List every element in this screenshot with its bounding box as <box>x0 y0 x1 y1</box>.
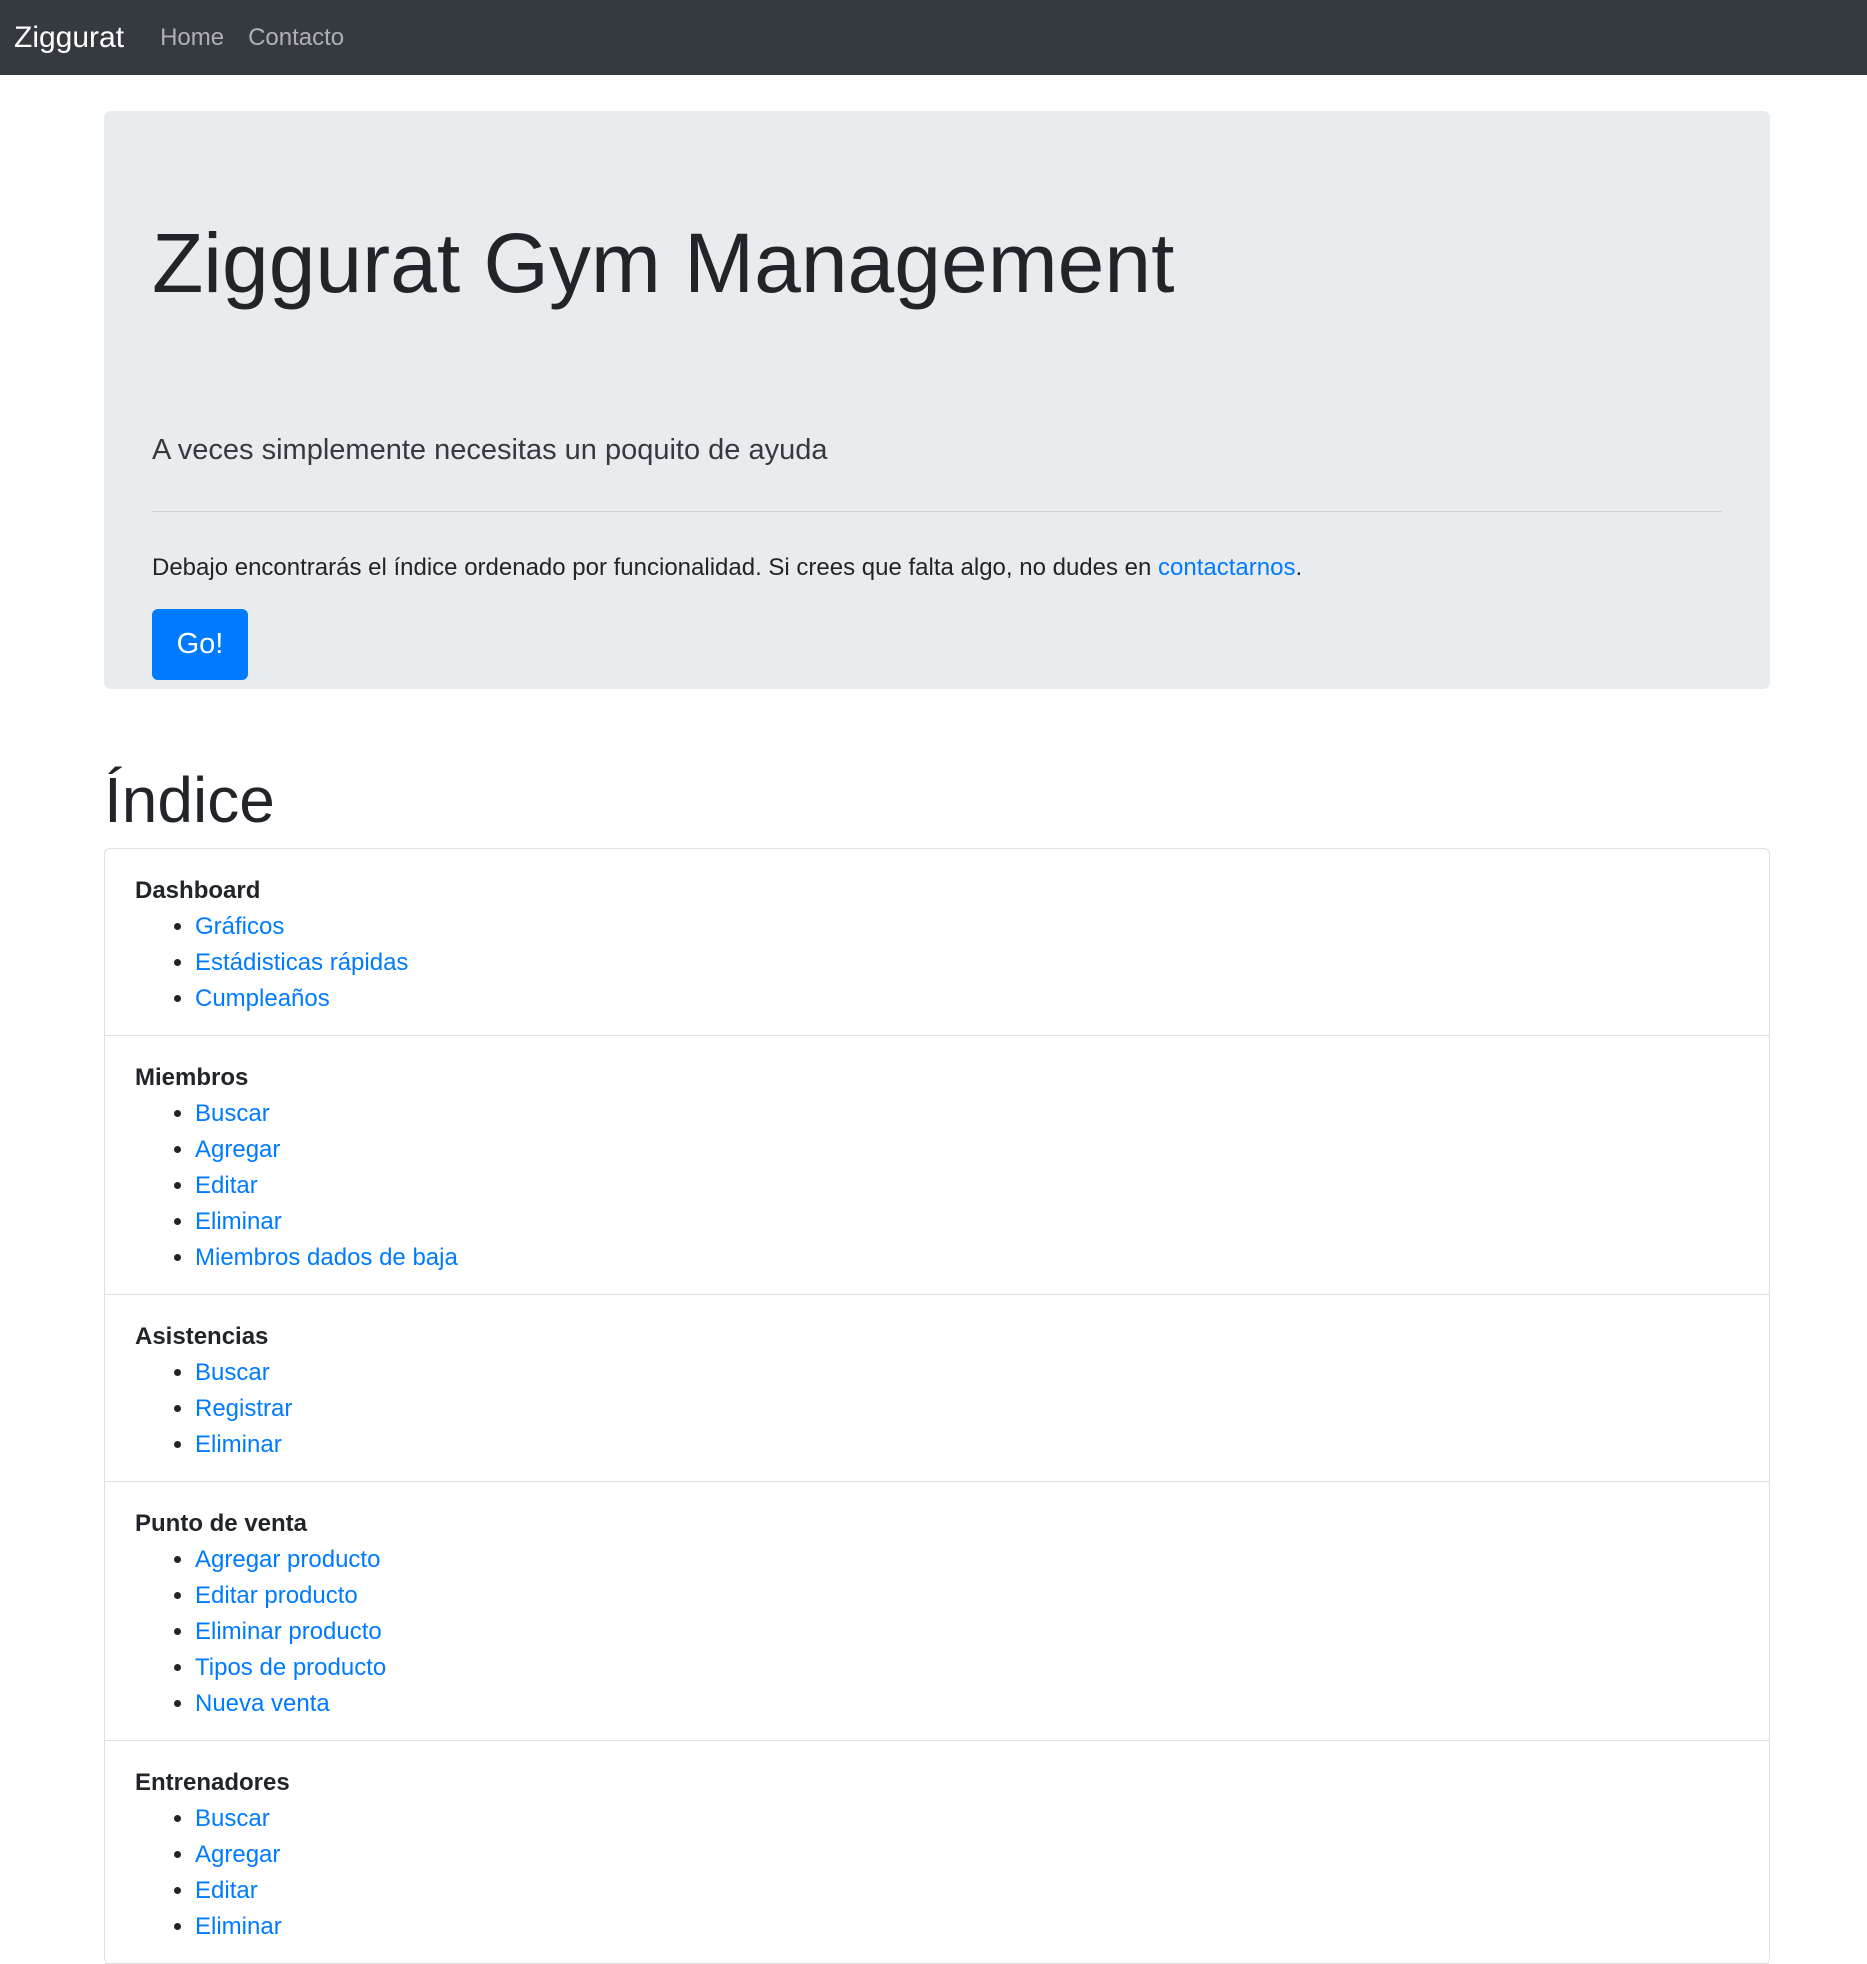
section-title: Miembros <box>135 1064 249 1091</box>
list-item: Agregar producto <box>195 1542 1739 1578</box>
list-item: Agregar <box>195 1837 1739 1873</box>
section-link-list: Buscar Agregar Editar Eliminar <box>135 1801 1739 1945</box>
section-link[interactable]: Nueva venta <box>195 1690 330 1717</box>
list-item: Miembros dados de baja <box>195 1240 1739 1276</box>
index-list: Dashboard Gráficos Estádisticas rápidas Cum… <box>104 848 1770 1964</box>
list-item: Cumpleaños <box>195 981 1739 1017</box>
page-title: Ziggurat Gym Management <box>152 216 1175 310</box>
section-link[interactable]: Editar producto <box>195 1582 358 1609</box>
section-link[interactable]: Agregar <box>195 1841 280 1868</box>
contact-link[interactable]: contactarnos <box>1158 554 1295 581</box>
section-link[interactable]: Agregar producto <box>195 1546 380 1573</box>
top-navbar: Ziggurat Home Contacto <box>0 0 1867 75</box>
section-link[interactable]: Miembros dados de baja <box>195 1244 458 1271</box>
section-link-list: Buscar Registrar Eliminar <box>135 1355 1739 1463</box>
list-item: Eliminar <box>195 1909 1739 1945</box>
section-link[interactable]: Editar <box>195 1172 258 1199</box>
section-title: Dashboard <box>135 877 261 904</box>
list-item: Registrar <box>195 1391 1739 1427</box>
go-button[interactable]: Go! <box>152 609 248 680</box>
section-link[interactable]: Eliminar producto <box>195 1618 382 1645</box>
section-link[interactable]: Eliminar <box>195 1208 282 1235</box>
section-link[interactable]: Cumpleaños <box>195 985 330 1012</box>
section-link-list: Agregar producto Editar producto Eliminar … <box>135 1542 1739 1722</box>
nav-link-contacto[interactable]: Contacto <box>248 24 344 52</box>
lead-text: A veces simplemente necesitas un poquito… <box>152 434 828 466</box>
section-title: Entrenadores <box>135 1769 290 1796</box>
index-section: Asistencias Buscar Registrar Eliminar <box>105 1295 1769 1482</box>
list-item: Eliminar <box>195 1427 1739 1463</box>
list-item: Tipos de producto <box>195 1650 1739 1686</box>
index-section: Miembros Buscar Agregar Editar Eliminar Miemb… <box>105 1036 1769 1295</box>
section-link[interactable]: Registrar <box>195 1395 292 1422</box>
list-item: Editar producto <box>195 1578 1739 1614</box>
list-item: Eliminar producto <box>195 1614 1739 1650</box>
section-link[interactable]: Buscar <box>195 1805 270 1832</box>
section-title: Asistencias <box>135 1323 269 1350</box>
index-title: Índice <box>104 764 275 836</box>
list-item: Gráficos <box>195 909 1739 945</box>
section-link[interactable]: Buscar <box>195 1100 270 1127</box>
divider <box>152 511 1722 512</box>
section-link[interactable]: Eliminar <box>195 1431 282 1458</box>
nav-link-home[interactable]: Home <box>160 24 224 52</box>
section-link-list: Gráficos Estádisticas rápidas Cumpleaños <box>135 909 1739 1017</box>
navbar-brand[interactable]: Ziggurat <box>14 21 124 55</box>
list-item: Editar <box>195 1873 1739 1909</box>
section-link[interactable]: Gráficos <box>195 913 284 940</box>
section-link[interactable]: Agregar <box>195 1136 280 1163</box>
list-item: Editar <box>195 1168 1739 1204</box>
intro-text-after: . <box>1295 554 1303 581</box>
intro-text-before: Debajo encontrarás el índice ordenado po… <box>152 554 1159 581</box>
list-item: Buscar <box>195 1096 1739 1132</box>
index-section: Punto de venta Agregar producto Editar pro… <box>105 1482 1769 1741</box>
section-link[interactable]: Estádisticas rápidas <box>195 949 408 976</box>
section-link[interactable]: Tipos de producto <box>195 1654 386 1681</box>
list-item: Buscar <box>195 1355 1739 1391</box>
list-item: Eliminar <box>195 1204 1739 1240</box>
jumbotron: Ziggurat Gym Management A veces simpleme… <box>104 111 1770 689</box>
list-item: Nueva venta <box>195 1686 1739 1722</box>
section-link[interactable]: Eliminar <box>195 1913 282 1940</box>
index-section: Dashboard Gráficos Estádisticas rápidas Cum… <box>105 849 1769 1036</box>
list-item: Estádisticas rápidas <box>195 945 1739 981</box>
list-item: Agregar <box>195 1132 1739 1168</box>
section-link[interactable]: Buscar <box>195 1359 270 1386</box>
section-title: Punto de venta <box>135 1510 308 1537</box>
intro-text: Debajo encontrarás el índice ordenado po… <box>152 554 1302 582</box>
index-section: Entrenadores Buscar Agregar Editar Eliminar <box>105 1741 1769 1964</box>
section-link-list: Buscar Agregar Editar Eliminar Miembros dado… <box>135 1096 1739 1276</box>
section-link[interactable]: Editar <box>195 1877 258 1904</box>
list-item: Buscar <box>195 1801 1739 1837</box>
